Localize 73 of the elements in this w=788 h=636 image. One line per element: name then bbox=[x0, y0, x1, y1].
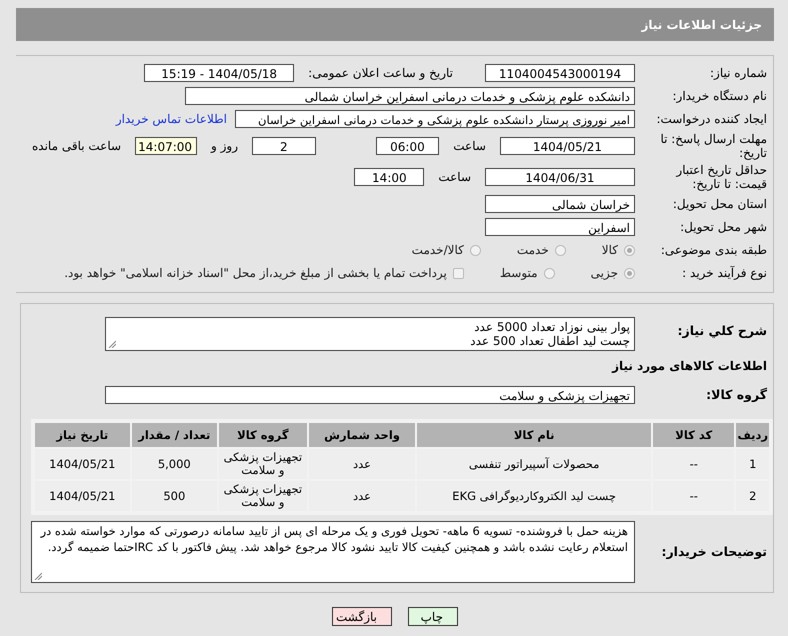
field-label: طبقه بندی موضوعی: bbox=[660, 243, 768, 257]
days-field: 2 bbox=[252, 137, 316, 155]
remaining-label: ساعت باقی مانده bbox=[32, 139, 122, 153]
table-cell: محصولات آسپیراتور تنفسی bbox=[417, 449, 651, 479]
days-label: روز و bbox=[211, 139, 238, 153]
section-title: اطلاعات کالاهای مورد نیاز bbox=[610, 359, 768, 373]
field-label: استان محل تحویل: bbox=[672, 197, 768, 211]
radio-button[interactable] bbox=[470, 244, 481, 256]
field-label: ایجاد کننده درخواست: bbox=[655, 112, 768, 126]
buyer-org-field: دانشکده علوم پزشکی و خدمات درمانی اسفراین خراسان شمالی bbox=[185, 87, 635, 105]
field-label: مهلت ارسال پاسخ: تا تاریخ: bbox=[659, 132, 768, 160]
remaining-time-field: 14:07:00 bbox=[135, 137, 198, 155]
field-label: تاریخ و ساعت اعلان عمومی: bbox=[308, 66, 453, 80]
radio-label: کالا bbox=[602, 243, 618, 257]
goods-group-field: تجهیزات پزشکی و سلامت bbox=[105, 386, 635, 404]
radio-button[interactable] bbox=[554, 244, 566, 256]
column-header: تاریخ نیاز bbox=[35, 423, 130, 447]
description-line: چست لید اطفال تعداد 500 عدد bbox=[470, 334, 630, 348]
province-field: خراسان شمالی bbox=[485, 195, 635, 213]
field-label: شماره نیاز: bbox=[709, 66, 768, 80]
action-button[interactable]: چاپ bbox=[408, 607, 458, 626]
date-field: 1404/05/21 bbox=[500, 137, 635, 155]
radio-button[interactable] bbox=[624, 244, 635, 256]
table-cell: 500 bbox=[132, 481, 217, 511]
column-header: کد کالا bbox=[652, 423, 734, 447]
announce-date-field: 1404/05/18 - 15:19 bbox=[144, 64, 294, 82]
time-label: ساعت bbox=[438, 170, 471, 184]
table-cell: عدد bbox=[308, 481, 416, 511]
time-field: 14:00 bbox=[354, 168, 424, 186]
time-label: ساعت bbox=[453, 139, 486, 153]
table-cell: 2 bbox=[736, 481, 769, 511]
field-label: توضیحات خریدار: bbox=[660, 545, 768, 559]
radio-button[interactable] bbox=[544, 268, 555, 278]
resize-grip-icon bbox=[34, 572, 42, 580]
date-field: 1404/06/31 bbox=[485, 168, 635, 186]
table-cell: -- bbox=[652, 449, 734, 479]
field-label: شهر محل تحویل: bbox=[679, 220, 768, 234]
table-cell: تجهیزات پزشکی و سلامت bbox=[218, 481, 307, 511]
field-label: گروه کالا: bbox=[705, 388, 768, 402]
table-cell: 5,000 bbox=[132, 449, 217, 479]
requester-field: امیر نوروزی پرستار دانشکده علوم پزشکی و خدمات درمانی اسفراین خراسان bbox=[235, 110, 635, 128]
table-cell: -- bbox=[652, 481, 734, 511]
time-field: 06:00 bbox=[376, 137, 440, 155]
table-cell: چست لید الکتروکاردیوگرافی EKG bbox=[417, 481, 651, 511]
radio-label: جزیی bbox=[590, 266, 618, 280]
action-button[interactable]: بازگشت bbox=[332, 607, 392, 626]
need-number-field: 1104004543000194 bbox=[485, 64, 635, 82]
column-header: تعداد / مقدار bbox=[132, 423, 217, 447]
column-header: نام کالا bbox=[417, 423, 651, 447]
field-label: شرح كلي نياز: bbox=[676, 324, 768, 338]
column-header: واحد شمارش bbox=[308, 423, 416, 447]
city-field: اسفراین bbox=[485, 218, 635, 236]
field-label: نوع فرآیند خرید : bbox=[681, 266, 768, 280]
checkbox-label: پرداخت تمام یا بخشی از مبلغ خرید،از محل "اسناد خزانه اسلامی" خواهد بود. bbox=[64, 266, 447, 280]
radio-label: خدمت bbox=[516, 243, 549, 257]
column-header: گروه کالا bbox=[218, 423, 307, 447]
buyer-contact-link[interactable]: اطلاعات تماس خریدار bbox=[116, 112, 227, 126]
notes-text: هزینه حمل با فروشنده- تسویه 6 ماهه- تحویل فوری و یک مرحله ای پس از تایید سامانه درصورتی که موارد خواسته شده در استعلام رعایت نشده باشد و همچنین کیفیت کالا تایید نشود کالا مرجوع خواهد شد. پیش فاکتور با کد IRCحتما ضمیمه گردد. bbox=[39, 523, 628, 555]
radio-label: متوسط bbox=[500, 266, 538, 280]
field-label: حداقل تاریخ اعتبار قیمت: تا تاریخ: bbox=[674, 163, 768, 191]
table-cell: تجهیزات پزشکی و سلامت bbox=[218, 449, 307, 479]
resize-grip-icon bbox=[108, 340, 116, 348]
field-label: نام دستگاه خریدار: bbox=[672, 89, 768, 103]
table-cell: 1 bbox=[736, 449, 769, 479]
radio-label: کالا/خدمت bbox=[412, 243, 464, 257]
table-cell: عدد bbox=[308, 449, 416, 479]
checkbox[interactable] bbox=[452, 268, 464, 278]
description-line: پوار بینی نوزاد تعداد 5000 عدد bbox=[474, 320, 630, 334]
page-title: جزئیات اطلاعات نیاز bbox=[641, 18, 762, 32]
table-cell: 1404/05/21 bbox=[35, 481, 130, 511]
table-cell: 1404/05/21 bbox=[35, 449, 130, 479]
radio-button[interactable] bbox=[624, 268, 635, 278]
column-header: ردیف bbox=[736, 423, 769, 447]
